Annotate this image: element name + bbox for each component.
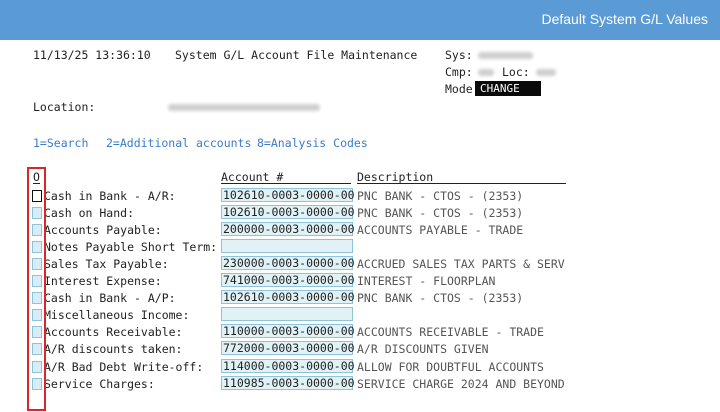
account-description: SERVICE CHARGE 2024 AND BEYOND — [357, 376, 565, 391]
account-description: INTEREST - FLOORPLAN — [357, 274, 496, 289]
table-row: Miscellaneous Income: — [0, 307, 720, 323]
fkey-analysis-codes[interactable]: 8=Analysis Codes — [257, 136, 368, 150]
account-number-field[interactable]: 102610-0003-0000-00 — [221, 188, 355, 202]
cmp-value-redacted — [478, 69, 494, 76]
fkey-search[interactable]: 1=Search — [33, 136, 88, 150]
table-row: Cash in Bank - A/P: 102610-0003-0000-00 PN… — [0, 290, 720, 306]
gl-account-label: Cash in Bank - A/P: — [44, 291, 176, 306]
account-description: PNC BANK - CTOS - (2353) — [357, 291, 524, 306]
account-description: ACCOUNTS PAYABLE - TRADE — [357, 223, 524, 238]
table-row: Cash in Bank - A/R: 102610-0003-0000-00 PN… — [0, 188, 720, 204]
location-value-redacted — [168, 104, 320, 111]
gl-account-label: Cash in Bank - A/R: — [44, 189, 176, 203]
account-description: PNC BANK - CTOS - (2353) — [357, 189, 524, 203]
sys-label: Sys: — [445, 48, 473, 62]
gl-account-label: Miscellaneous Income: — [44, 308, 190, 323]
account-number-field[interactable] — [221, 307, 353, 322]
table-row: A/R discounts taken: 772000-0003-0000-00 A… — [0, 341, 720, 357]
account-number-field[interactable]: 741000-0003-0000-00 — [221, 273, 355, 288]
table-row: Accounts Payable: 200000-0003-0000-00 ACCO… — [0, 222, 720, 238]
table-row: A/R Bad Debt Write-off: 114000-0003-0000-… — [0, 358, 720, 375]
table-row: Cash on Hand: 102610-0003-0000-00 PNC BANK… — [0, 205, 720, 221]
location-label: Location: — [33, 100, 96, 114]
option-column-highlight — [27, 167, 46, 411]
account-number-field[interactable]: 102610-0003-0000-00 — [221, 205, 355, 220]
table-row: Sales Tax Payable: 230000-0003-0000-00 ACC… — [0, 256, 720, 272]
loc-label: Loc: — [502, 65, 530, 79]
sys-value-redacted — [478, 52, 533, 59]
account-number-field[interactable]: 110985-0003-0000-00 — [221, 375, 355, 390]
table-row: Notes Payable Short Term: — [0, 239, 720, 255]
fkey-additional-accounts[interactable]: 2=Additional accounts — [106, 136, 251, 150]
datetime: 11/13/25 13:36:10 — [33, 48, 151, 62]
description-header-underline — [357, 183, 566, 184]
gl-account-label: A/R discounts taken: — [44, 342, 183, 357]
account-number-field[interactable]: 114000-0003-0000-00 — [221, 358, 355, 373]
gl-account-label: Interest Expense: — [44, 274, 162, 289]
gl-account-label: Notes Payable Short Term: — [44, 240, 218, 255]
gl-account-label: Accounts Payable: — [44, 223, 162, 238]
account-number-field[interactable]: 110000-0003-0000-00 — [221, 324, 355, 339]
cmp-label: Cmp: — [445, 65, 473, 79]
loc-value-redacted — [536, 69, 556, 76]
table-row: Accounts Receivable: 110000-0003-0000-00 A… — [0, 324, 720, 340]
gl-account-label: Sales Tax Payable: — [44, 257, 169, 272]
account-description: ALLOW FOR DOUBTFUL ACCOUNTS — [357, 359, 544, 374]
account-number-field[interactable] — [221, 239, 353, 254]
account-number-field[interactable]: 772000-0003-0000-00 — [221, 341, 355, 356]
mode-value: CHANGE — [475, 81, 541, 96]
gl-account-label: Service Charges: — [44, 376, 155, 391]
account-number-field[interactable]: 102610-0003-0000-00 — [221, 290, 355, 305]
column-header-description: Description — [357, 170, 434, 184]
table-row: Interest Expense: 741000-0003-0000-00 INTE… — [0, 273, 720, 289]
column-header-account: Account # — [221, 170, 284, 184]
account-description: A/R DISCOUNTS GIVEN — [357, 342, 489, 357]
gl-account-label: Cash on Hand: — [44, 206, 135, 221]
window-title: Default System G/L Values — [541, 11, 708, 27]
account-description: PNC BANK - CTOS - (2353) — [357, 206, 524, 221]
gl-account-label: A/R Bad Debt Write-off: — [44, 359, 204, 374]
account-header-underline — [221, 183, 351, 184]
window-titlebar: Default System G/L Values — [0, 0, 720, 40]
gl-account-label: Accounts Receivable: — [44, 325, 183, 340]
account-number-field[interactable]: 230000-0003-0000-00 — [221, 256, 355, 271]
account-description: ACCOUNTS RECEIVABLE - TRADE — [357, 325, 544, 340]
screen-title: System G/L Account File Maintenance — [175, 48, 418, 62]
mode-label: Mode — [445, 82, 473, 96]
table-row: Service Charges: 110985-0003-0000-00 SERVI… — [0, 375, 720, 392]
account-description: ACCRUED SALES TAX PARTS & SERV — [357, 257, 565, 272]
account-number-field[interactable]: 200000-0003-0000-00 — [221, 222, 355, 237]
